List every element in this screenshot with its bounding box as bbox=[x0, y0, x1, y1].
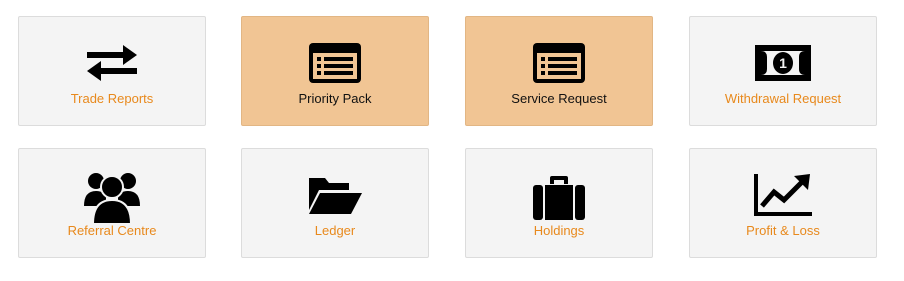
tile-trade-reports[interactable]: Trade Reports bbox=[18, 16, 206, 126]
tile-holdings[interactable]: Holdings bbox=[465, 148, 653, 258]
tile-label: Profit & Loss bbox=[746, 223, 820, 238]
exchange-arrows-icon bbox=[19, 41, 205, 85]
tile-label: Ledger bbox=[314, 223, 356, 238]
tile-priority-pack[interactable]: Priority Pack bbox=[241, 16, 429, 126]
tile-service-request[interactable]: Service Request bbox=[465, 16, 653, 126]
folder-open-icon bbox=[242, 173, 428, 217]
list-window-icon bbox=[466, 41, 652, 85]
tile-label: Holdings bbox=[533, 223, 585, 238]
tile-label: Service Request bbox=[511, 91, 607, 106]
briefcase-icon bbox=[466, 173, 652, 220]
tile-ledger[interactable]: Ledger bbox=[241, 148, 429, 258]
tile-label: Withdrawal Request bbox=[724, 91, 842, 106]
tile-label: Referral Centre bbox=[67, 223, 157, 238]
users-group-icon bbox=[19, 173, 205, 224]
line-chart-icon bbox=[690, 173, 876, 217]
tile-withdrawal-request[interactable]: 1 Withdrawal Request bbox=[689, 16, 877, 126]
tile-label: Trade Reports bbox=[70, 91, 154, 106]
svg-text:1: 1 bbox=[779, 55, 787, 71]
list-window-icon bbox=[242, 41, 428, 85]
tile-referral-centre[interactable]: Referral Centre bbox=[18, 148, 206, 258]
tile-profit-loss[interactable]: Profit & Loss bbox=[689, 148, 877, 258]
money-bill-icon: 1 bbox=[690, 41, 876, 85]
tile-label: Priority Pack bbox=[298, 91, 372, 106]
